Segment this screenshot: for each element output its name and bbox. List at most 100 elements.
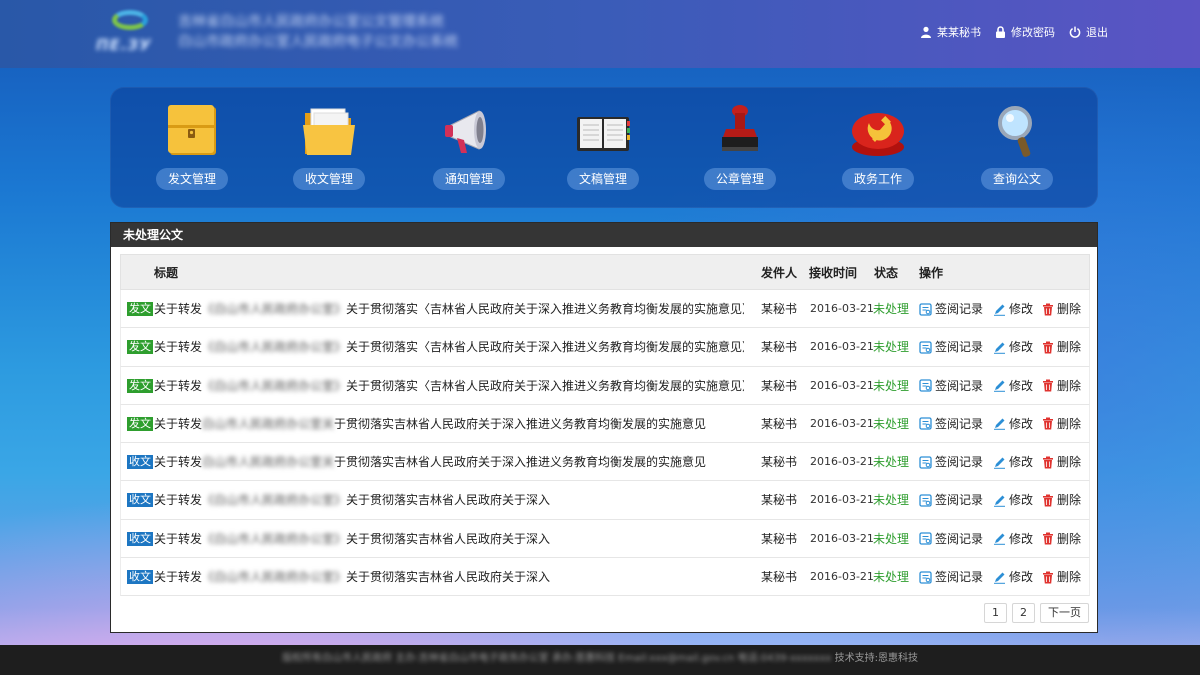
module-drafts[interactable]: 文稿管理 — [548, 101, 658, 201]
doc-type-badge: 收文 — [127, 531, 153, 546]
module-bar: 发文管理 收文管理 通知管理 文稿管理 公章管理 政务工作 查询公文 — [110, 87, 1098, 208]
sender-cell: 某秘书 — [761, 378, 798, 393]
doc-title-link[interactable]: 关于转发《白山市人民政府办公室》关于贯彻落实〈吉林省人民政府关于深入推进义务教育… — [154, 367, 744, 405]
sign-record-button[interactable]: 签阅记录 — [919, 443, 983, 481]
user-name-link[interactable]: 某某秘书 — [920, 24, 981, 40]
sign-record-button[interactable]: 签阅记录 — [919, 405, 983, 443]
stamp-icon — [722, 105, 758, 151]
edit-button[interactable]: 修改 — [993, 520, 1033, 558]
delete-icon — [1043, 456, 1053, 469]
module-notices[interactable]: 通知管理 — [414, 101, 524, 201]
module-search-docs[interactable]: 查询公文 — [962, 101, 1072, 201]
module-label: 通知管理 — [432, 168, 506, 190]
sign-record-button[interactable]: 签阅记录 — [919, 558, 983, 596]
doc-title-prefix: 关于转发 — [154, 455, 203, 470]
edit-label: 修改 — [1009, 302, 1034, 316]
sign-record-label: 签阅记录 — [935, 340, 984, 355]
doc-title-link[interactable]: 关于转发《白山市人民政府办公室》关于贯彻落实吉林省人民政府关于深入 — [154, 558, 744, 596]
sign-record-button[interactable]: 签阅记录 — [919, 481, 983, 519]
delete-button[interactable]: 删除 — [1042, 290, 1081, 328]
edit-button[interactable]: 修改 — [993, 481, 1033, 519]
logout-link[interactable]: 退出 — [1069, 24, 1108, 40]
module-government-work[interactable]: 政务工作 — [823, 101, 933, 201]
sign-record-label: 签阅记录 — [935, 302, 984, 316]
sign-record-icon — [919, 532, 932, 545]
doc-title-link[interactable]: 关于转发《白山市人民政府办公室》关于贯彻落实〈吉林省人民政府关于深入推进义务教育… — [154, 328, 744, 366]
sign-record-icon — [919, 302, 932, 316]
table-row: 发文 关于转发《白山市人民政府办公室》关于贯彻落实〈吉林省人民政府关于深入推进义务… — [120, 290, 1090, 329]
table-row: 收文 关于转发白山市人民政府办公室关于贯彻落实吉林省人民政府关于深入推进义务教育均… — [120, 443, 1090, 482]
sign-record-button[interactable]: 签阅记录 — [919, 290, 983, 328]
doc-title-prefix: 关于转发 — [154, 340, 203, 355]
page-2-button[interactable]: 2 — [1012, 603, 1035, 623]
sign-record-label: 签阅记录 — [935, 455, 984, 470]
delete-icon — [1043, 571, 1053, 584]
delete-icon — [1043, 532, 1053, 545]
sign-record-button[interactable]: 签阅记录 — [919, 367, 983, 405]
table-row: 收文 关于转发《白山市人民政府办公室》关于贯彻落实吉林省人民政府关于深入 某秘书 20… — [120, 558, 1090, 597]
table-header: 标题 发件人 接收时间 状态 操作 — [120, 254, 1090, 290]
delete-button[interactable]: 删除 — [1042, 328, 1081, 366]
edit-label: 修改 — [1009, 455, 1034, 470]
delete-button[interactable]: 删除 — [1042, 405, 1081, 443]
top-header: ПЕ.ЗУ 吉林省白山市人民政府办公室公文管理系统 白山市政府办公室人民政府电子… — [0, 0, 1200, 68]
table-row: 收文 关于转发《白山市人民政府办公室》关于贯彻落实吉林省人民政府关于深入 某秘书 20… — [120, 519, 1090, 559]
doc-title-link[interactable]: 关于转发《白山市人民政府办公室》关于贯彻落实〈吉林省人民政府关于深入推进义务教育… — [154, 290, 744, 328]
page-1-button[interactable]: 1 — [984, 603, 1007, 623]
party-emblem-icon — [852, 113, 904, 156]
doc-title-redacted: 《白山市人民政府办公室》 — [202, 302, 347, 316]
status-cell: 未处理 — [873, 378, 910, 393]
doc-title-link[interactable]: 关于转发白山市人民政府办公室关于贯彻落实吉林省人民政府关于深入推进义务教育均衡发… — [154, 443, 744, 481]
sign-record-button[interactable]: 签阅记录 — [919, 520, 983, 558]
logo-text: ПЕ.ЗУ — [96, 36, 152, 54]
sign-record-label: 签阅记录 — [935, 570, 984, 585]
edit-button[interactable]: 修改 — [993, 328, 1033, 366]
sign-record-button[interactable]: 签阅记录 — [919, 328, 983, 366]
module-label: 政务工作 — [841, 168, 915, 190]
module-incoming-docs[interactable]: 收文管理 — [274, 101, 384, 201]
module-label: 公章管理 — [703, 168, 777, 190]
footer: 版权所有白山市人民政府 主办:吉林省白山市电子政务办公室 承办:恩惠科技 Ema… — [0, 645, 1200, 675]
change-password-link[interactable]: 修改密码 — [995, 24, 1055, 40]
sign-record-icon — [919, 379, 932, 392]
footer-copyright: 版权所有白山市人民政府 主办:吉林省白山市电子政务办公室 承办:恩惠科技 Ema… — [282, 653, 832, 664]
sign-record-icon — [919, 456, 932, 469]
edit-button[interactable]: 修改 — [993, 443, 1033, 481]
sign-record-label: 签阅记录 — [935, 493, 984, 508]
edit-button[interactable]: 修改 — [993, 367, 1033, 405]
doc-title-link[interactable]: 关于转发《白山市人民政府办公室》关于贯彻落实吉林省人民政府关于深入 — [154, 520, 744, 558]
doc-title-link[interactable]: 关于转发白山市人民政府办公室关于贯彻落实吉林省人民政府关于深入推进义务教育均衡发… — [154, 405, 744, 443]
sign-record-label: 签阅记录 — [935, 378, 984, 393]
doc-type-badge: 收文 — [127, 455, 153, 470]
module-outgoing-docs[interactable]: 发文管理 — [137, 101, 247, 201]
docs-table: 标题 发件人 接收时间 状态 操作 发文 关于转发《白山市人民政府办公室》关于贯彻… — [120, 254, 1090, 597]
delete-label: 删除 — [1057, 416, 1082, 431]
doc-type-badge: 发文 — [127, 416, 153, 431]
sign-record-icon — [919, 417, 932, 431]
delete-button[interactable]: 删除 — [1042, 367, 1081, 405]
edit-icon — [994, 495, 1005, 507]
top-links: 某某秘书 修改密码 退出 — [920, 24, 1108, 40]
delete-label: 删除 — [1057, 570, 1082, 585]
received-date-cell: 2016-03-21 — [810, 570, 874, 584]
table-row: 收文 关于转发《白山市人民政府办公室》关于贯彻落实吉林省人民政府关于深入 某秘书 20… — [120, 481, 1090, 520]
logout-label: 退出 — [1086, 26, 1108, 39]
delete-button[interactable]: 删除 — [1042, 520, 1081, 558]
doc-title-link[interactable]: 关于转发《白山市人民政府办公室》关于贯彻落实吉林省人民政府关于深入 — [154, 481, 744, 519]
edit-button[interactable]: 修改 — [993, 558, 1033, 596]
doc-title-prefix: 关于转发 — [154, 302, 203, 316]
pagination: 1 2 下一页 — [984, 603, 1089, 623]
edit-icon — [994, 342, 1005, 354]
edit-button[interactable]: 修改 — [993, 405, 1033, 443]
lock-icon — [996, 26, 1005, 38]
delete-button[interactable]: 删除 — [1042, 443, 1081, 481]
doc-title-redacted: 白山市人民政府办公室关 — [202, 455, 335, 470]
sender-cell: 某秘书 — [761, 570, 798, 585]
delete-button[interactable]: 删除 — [1042, 558, 1081, 596]
edit-button[interactable]: 修改 — [993, 290, 1033, 328]
delete-icon — [1043, 494, 1053, 507]
doc-type-badge: 发文 — [127, 378, 153, 393]
module-seals[interactable]: 公章管理 — [685, 101, 795, 201]
delete-button[interactable]: 删除 — [1042, 481, 1081, 519]
next-page-button[interactable]: 下一页 — [1040, 603, 1089, 623]
